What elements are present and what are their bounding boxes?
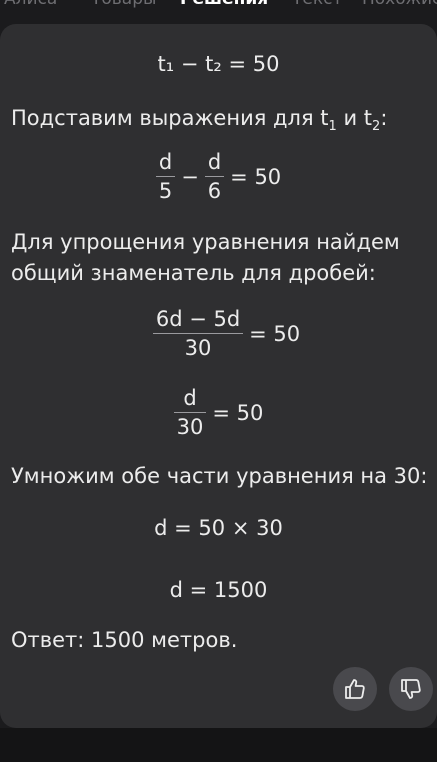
like-button[interactable] [333,667,377,711]
equation-rhs: = 50 [230,164,282,189]
thumbs-up-icon [345,679,365,699]
fraction-numerator: d [204,148,225,177]
dislike-button[interactable] [389,667,433,711]
equation-6: d = 1500 [169,578,268,602]
tab-products[interactable]: Товары [91,0,156,9]
tab-similar[interactable]: Похожие [362,0,437,9]
answer-text: Ответ: 1500 метров. [11,628,238,652]
text-substitute-part1: Подставим выражения для t [11,106,329,130]
equation-1: t₁ − t₂ = 50 [157,52,280,76]
text-substitute: Подставим выражения для t1 и t2: [11,103,431,134]
text-common-denominator: Для упрощения уравнения найдем общий зна… [11,230,400,285]
fraction-d-6: d 6 [204,148,225,205]
fraction-denominator: 30 [184,336,212,360]
fraction-d-5: d 5 [155,148,176,205]
minus-sign: − [181,164,199,189]
equation-5: d = 50 × 30 [154,516,283,540]
fraction-numerator: 6d − 5d [152,305,244,334]
text-substitute-and: и t [336,106,373,130]
fraction-denominator: 6 [207,179,222,203]
equation-rhs: = 50 [212,400,264,425]
tab-alice[interactable]: Алиса [4,0,57,9]
subscript-1: 1 [328,119,337,134]
fraction-numerator: d [173,384,207,413]
equation-2: d 5 − d 6 = 50 [0,148,437,205]
fraction-denominator: 5 [158,179,173,203]
text-multiply: Умножим обе части уравнения на 30: [11,464,428,488]
tab-text[interactable]: Текст [292,0,342,9]
fraction-6d-5d-30: 6d − 5d 30 [152,305,244,362]
equation-4: d 30 = 50 [0,384,437,441]
fraction-d-30: d 30 [173,384,207,441]
text-substitute-colon: : [380,106,388,130]
thumbs-down-icon [401,679,421,699]
equation-rhs: = 50 [249,321,301,346]
tab-bar: Алиса Товары Решения Текст Похожие [0,0,437,14]
tab-solutions[interactable]: Решения [180,0,268,9]
fraction-denominator: 30 [176,415,204,439]
fraction-numerator: d [155,148,176,177]
bottom-bar [0,728,437,762]
equation-3: 6d − 5d 30 = 50 [0,305,437,362]
